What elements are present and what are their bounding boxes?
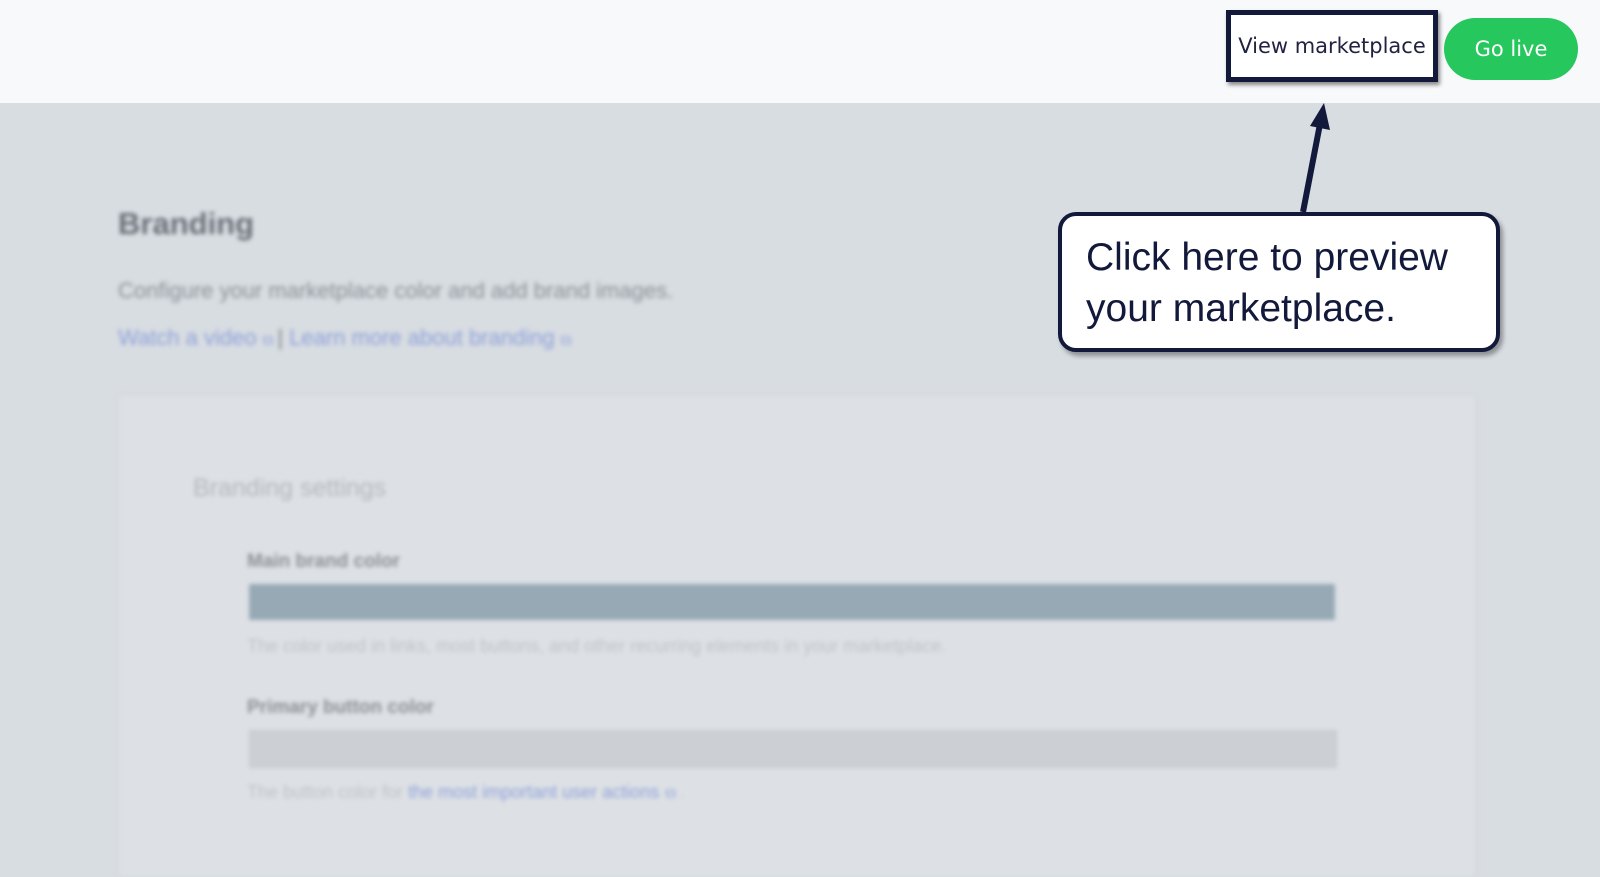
branding-settings-card: Branding settings Main brand color The c… <box>118 395 1476 877</box>
top-bar: View marketplace Go live <box>0 0 1600 103</box>
main-brand-color-input[interactable] <box>249 584 1335 620</box>
main-brand-color-label: Main brand color <box>247 551 401 572</box>
learn-more-branding-link[interactable]: Learn more about branding <box>289 325 554 350</box>
external-link-icon: ⧉ <box>262 332 274 349</box>
go-live-button[interactable]: Go live <box>1444 18 1578 80</box>
primary-button-color-input[interactable] <box>249 730 1337 768</box>
primary-button-color-label: Primary button color <box>247 697 434 718</box>
primary-button-color-help: The button color for the most important … <box>247 782 685 803</box>
important-actions-link[interactable]: the most important user actions <box>408 782 659 802</box>
link-separator: | <box>277 325 284 350</box>
callout-box: Click here to preview your marketplace. <box>1058 212 1500 352</box>
page-title: Branding <box>118 206 255 241</box>
main-brand-color-help: The color used in links, most buttons, a… <box>247 636 947 656</box>
help-links: Watch a video ⧉ | Learn more about brandin… <box>118 325 575 351</box>
view-marketplace-button[interactable]: View marketplace <box>1226 10 1438 82</box>
page-description: Configure your marketplace color and add… <box>118 278 674 303</box>
help-text-suffix: . <box>679 782 685 802</box>
external-link-icon: ⧉ <box>665 785 676 802</box>
watch-video-link[interactable]: Watch a video <box>118 325 257 350</box>
help-text: The button color for <box>247 782 409 802</box>
callout-text: Click here to preview your marketplace. <box>1086 236 1448 330</box>
external-link-icon: ⧉ <box>560 332 572 349</box>
card-title: Branding settings <box>193 474 387 502</box>
